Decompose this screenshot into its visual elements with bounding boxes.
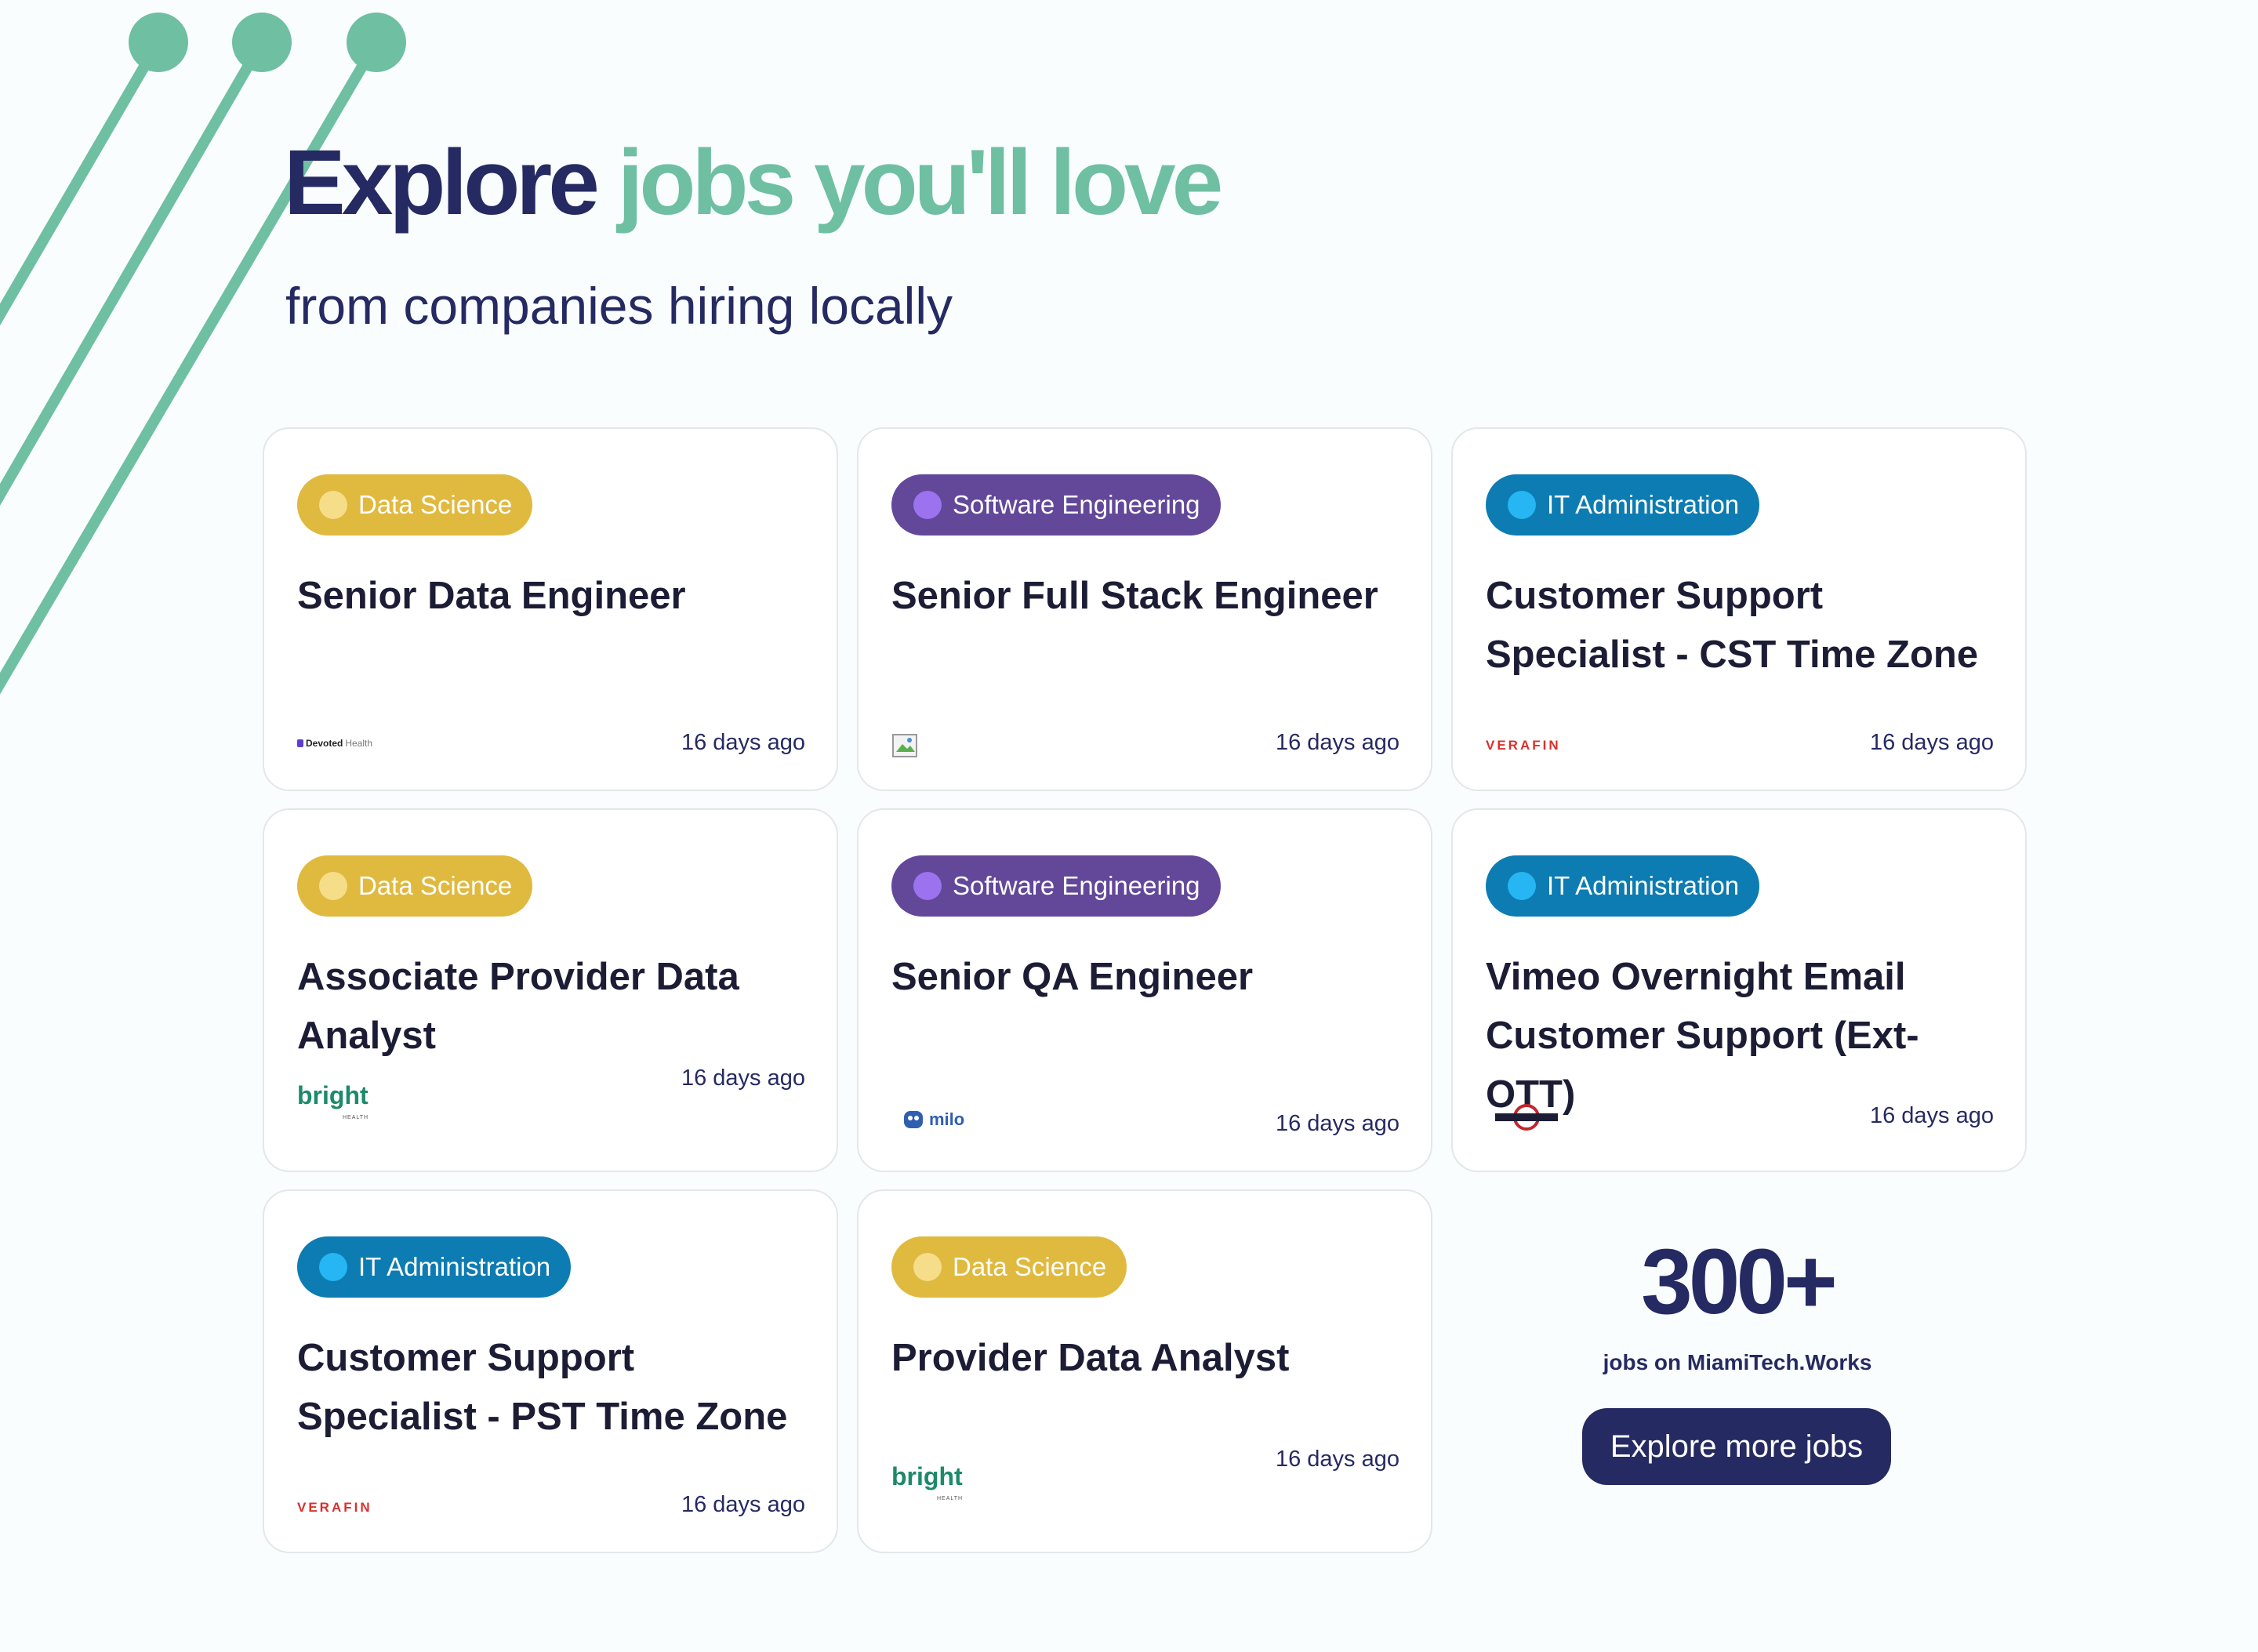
category-dot-icon [1508,491,1536,519]
category-label: IT Administration [1547,490,1740,519]
posted-date: 16 days ago [1275,730,1399,755]
page-title: Explore jobs you'll love [284,131,1224,234]
decorative-dot [129,13,188,72]
category-dot-icon [1508,872,1536,900]
category-badge[interactable]: Data Science [297,855,533,917]
category-dot-icon [319,872,347,900]
company-logo: Devoted Health [297,738,372,749]
category-dot-icon [319,491,347,519]
category-label: Data Science [953,1252,1107,1281]
posted-date: 16 days ago [1275,1111,1399,1136]
job-card[interactable]: IT Administration Vimeo Overnight Email … [1451,808,2027,1172]
category-label: Software Engineering [953,871,1200,900]
modsquad-logo-icon [1495,1104,1558,1131]
posted-date: 16 days ago [1869,730,1994,755]
title-dark: Explore [284,131,600,234]
category-dot-icon [913,872,942,900]
decorative-dot [347,13,406,72]
category-label: Software Engineering [953,490,1200,519]
title-accent: jobs you'll love [617,131,1224,234]
job-title[interactable]: Senior QA Engineer [891,948,1409,1007]
job-title[interactable]: Customer Support Specialist - CST Time Z… [1486,567,2003,684]
broken-image-icon [892,734,917,757]
job-count: 300+ [1641,1230,1838,1334]
category-badge[interactable]: IT Administration [1486,474,1760,536]
job-card[interactable]: Software Engineering Senior Full Stack E… [857,427,1432,791]
job-count-label: jobs on MiamiTech.Works [1603,1350,1872,1374]
explore-more-jobs-button[interactable]: Explore more jobs [1582,1408,1891,1485]
category-badge[interactable]: IT Administration [297,1236,572,1298]
job-card[interactable]: IT Administration Customer Support Speci… [1451,427,2027,791]
job-card[interactable]: Data Science Senior Data Engineer Devote… [263,427,838,791]
job-title[interactable]: Associate Provider Data Analyst [297,948,815,1066]
job-card[interactable]: IT Administration Customer Support Speci… [263,1189,838,1553]
category-label: IT Administration [1547,871,1740,900]
category-badge[interactable]: Data Science [891,1236,1127,1298]
company-logo: VERAFIN [1486,738,1561,753]
posted-date: 16 days ago [1275,1447,1399,1472]
posted-date: 16 days ago [681,730,805,755]
category-label: Data Science [358,490,513,519]
company-logo: VERAFIN [297,1500,372,1515]
posted-date: 16 days ago [681,1066,805,1091]
job-card[interactable]: Data Science Associate Provider Data Ana… [263,808,838,1172]
category-badge[interactable]: Software Engineering [891,855,1221,917]
category-dot-icon [913,491,942,519]
category-dot-icon [319,1253,347,1281]
company-logo: bright HEALTH [891,1462,964,1501]
job-title[interactable]: Customer Support Specialist - PST Time Z… [297,1329,815,1447]
company-logo: milo [902,1109,964,1130]
job-title[interactable]: Provider Data Analyst [891,1329,1409,1388]
posted-date: 16 days ago [681,1492,805,1517]
category-badge[interactable]: Software Engineering [891,474,1221,536]
milo-mascot-icon [904,1111,923,1128]
category-dot-icon [913,1253,942,1281]
decorative-dot [232,13,292,72]
category-badge[interactable]: Data Science [297,474,533,536]
job-title[interactable]: Senior Full Stack Engineer [891,567,1409,626]
category-label: IT Administration [358,1252,551,1281]
posted-date: 16 days ago [1869,1103,1994,1128]
job-title[interactable]: Senior Data Engineer [297,567,815,626]
page-subtitle: from companies hiring locally [285,277,953,335]
category-badge[interactable]: IT Administration [1486,855,1760,917]
job-card[interactable]: Software Engineering Senior QA Engineer … [857,808,1432,1172]
job-title[interactable]: Vimeo Overnight Email Customer Support (… [1486,948,2003,1124]
category-label: Data Science [358,871,513,900]
company-logo: bright HEALTH [297,1081,369,1120]
job-card[interactable]: Data Science Provider Data Analyst brigh… [857,1189,1432,1553]
